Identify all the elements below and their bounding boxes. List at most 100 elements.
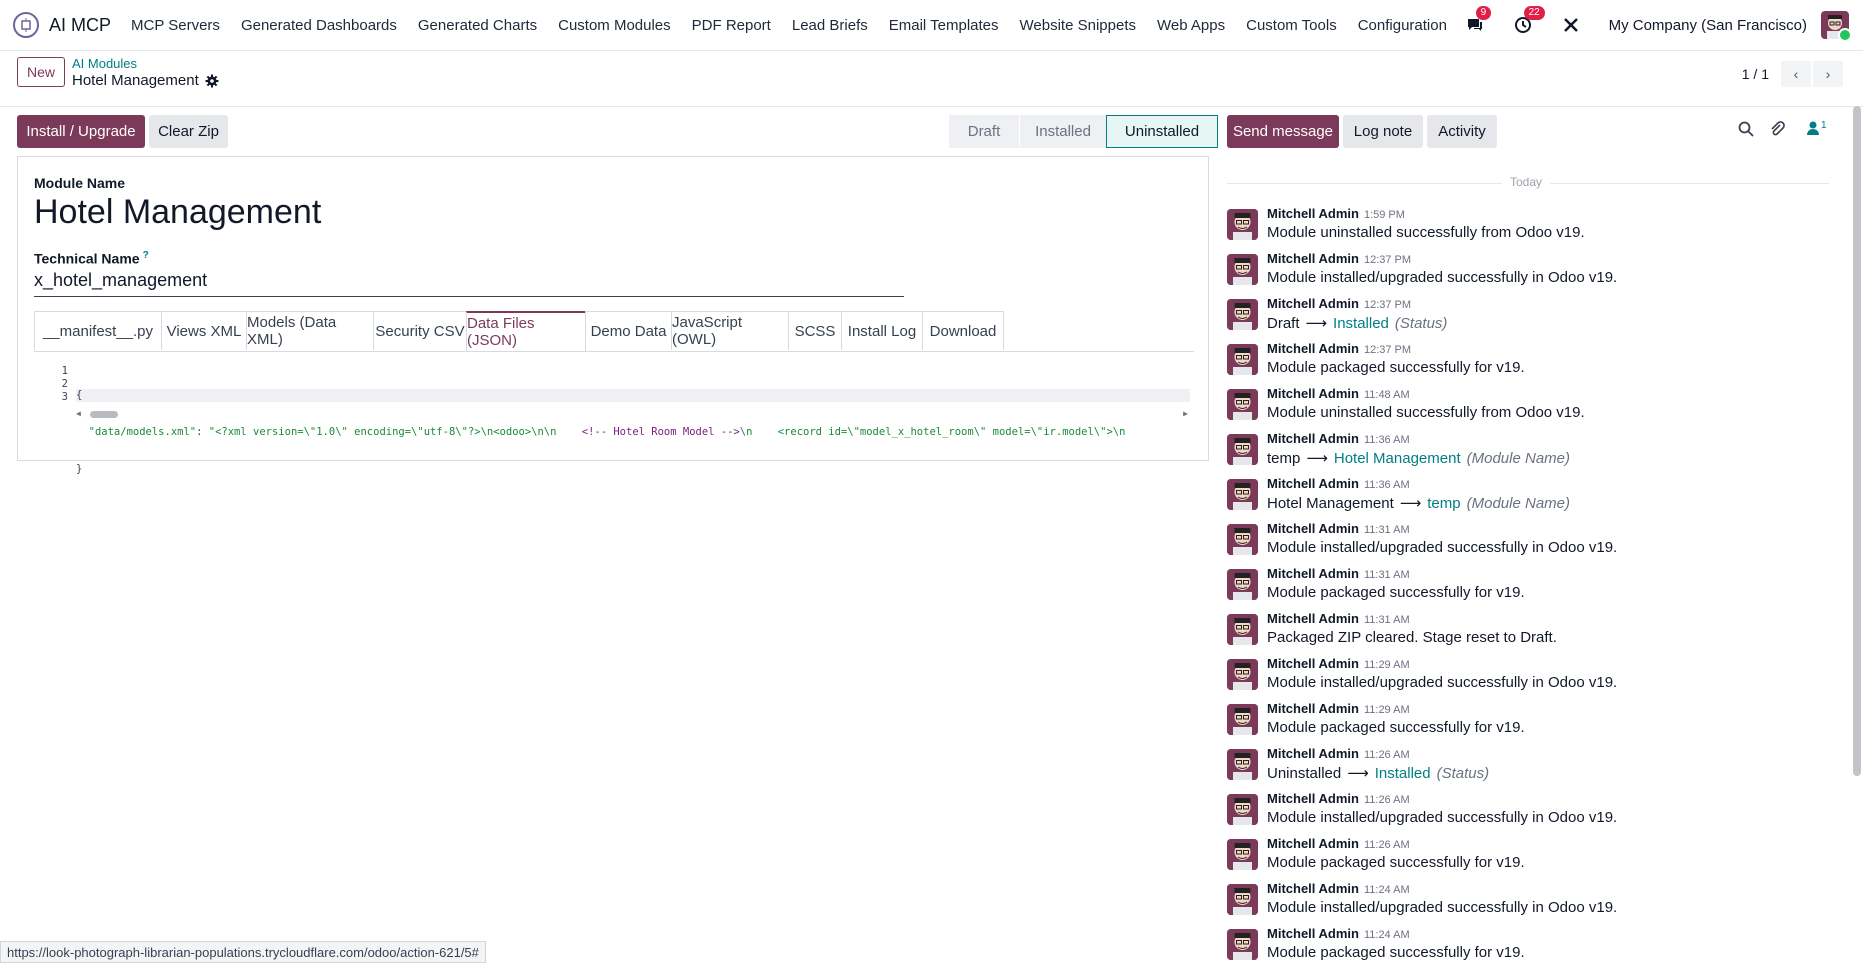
module-name-label: Module Name <box>34 175 126 191</box>
tab-download[interactable]: Download <box>922 311 1004 350</box>
scroll-right-icon[interactable]: ▶ <box>1183 409 1188 418</box>
message-list: Mitchell Admin 1:59 PM Module uninstalled … <box>1227 206 1827 971</box>
author-avatar[interactable] <box>1227 434 1258 465</box>
menu-item[interactable]: Email Templates <box>889 17 999 34</box>
stage-uninstalled[interactable]: Uninstalled <box>1106 115 1218 148</box>
clock-icon[interactable]: 22 <box>1513 6 1545 35</box>
tab-models-data-xml[interactable]: Models (Data XML) <box>246 311 374 350</box>
app-icon[interactable] <box>13 12 39 38</box>
followers-button[interactable]: 1 <box>1806 120 1827 136</box>
menu-item[interactable]: Generated Charts <box>418 17 537 34</box>
tab-javascript-owl[interactable]: JavaScript (OWL) <box>671 311 789 350</box>
author-avatar[interactable] <box>1227 929 1258 960</box>
menu-item[interactable]: Website Snippets <box>1020 17 1136 34</box>
tab-views-xml[interactable]: Views XML <box>161 311 247 350</box>
author-avatar[interactable] <box>1227 794 1258 825</box>
menu-item[interactable]: Custom Tools <box>1246 17 1337 34</box>
tab-data-files-json[interactable]: Data Files (JSON) <box>466 311 586 351</box>
author-avatar[interactable] <box>1227 659 1258 690</box>
tab-demo-data[interactable]: Demo Data <box>585 311 672 350</box>
menu-item[interactable]: PDF Report <box>692 17 771 34</box>
message-author[interactable]: Mitchell Admin 11:36 AM <box>1267 476 1410 491</box>
menu-item[interactable]: Web Apps <box>1157 17 1225 34</box>
message-author[interactable]: Mitchell Admin 1:59 PM <box>1267 206 1405 221</box>
message-author[interactable]: Mitchell Admin 11:29 AM <box>1267 656 1410 671</box>
message-author[interactable]: Mitchell Admin 11:31 AM <box>1267 611 1410 626</box>
author-avatar[interactable] <box>1227 209 1258 240</box>
stage-installed[interactable]: Installed <box>1019 115 1106 148</box>
message-author[interactable]: Mitchell Admin 12:37 PM <box>1267 341 1411 356</box>
install-upgrade-button[interactable]: Install / Upgrade <box>17 115 145 148</box>
author-avatar[interactable] <box>1227 254 1258 285</box>
message-time: 11:26 AM <box>1363 839 1410 851</box>
module-name-field[interactable]: Hotel Management <box>34 193 321 232</box>
scrollbar-thumb[interactable] <box>90 411 118 418</box>
tab-manifest-py[interactable]: __manifest__.py <box>34 311 162 350</box>
followers-count: 1 <box>1821 120 1827 131</box>
company-switcher[interactable]: My Company (San Francisco) <box>1609 17 1807 34</box>
menu-item[interactable]: MCP Servers <box>131 17 220 34</box>
app-name[interactable]: AI MCP <box>49 15 111 36</box>
send-message-button[interactable]: Send message <box>1227 115 1339 148</box>
notebook-tabs: __manifest__.py Views XML Models (Data XML… <box>34 311 1194 352</box>
tab-security-csv[interactable]: Security CSV <box>373 311 467 350</box>
tab-scss[interactable]: SCSS <box>788 311 842 350</box>
activity-button[interactable]: Activity <box>1427 115 1497 148</box>
technical-name-input[interactable]: x_hotel_management <box>34 270 904 297</box>
gear-icon[interactable] <box>205 74 219 88</box>
author-avatar[interactable] <box>1227 839 1258 870</box>
form-sheet: Module Name Hotel Management Technical N… <box>17 156 1209 475</box>
pager-value[interactable]: 1 / 1 <box>1742 66 1769 82</box>
chevron-left-icon[interactable]: ‹ <box>1781 61 1811 87</box>
horizontal-scrollbar[interactable]: ◀ ▶ <box>76 409 1190 419</box>
menu-item[interactable]: Configuration <box>1358 17 1447 34</box>
author-avatar[interactable] <box>1227 344 1258 375</box>
message-author[interactable]: Mitchell Admin 11:31 AM <box>1267 521 1410 536</box>
message-author[interactable]: Mitchell Admin 11:36 AM <box>1267 431 1410 446</box>
author-avatar[interactable] <box>1227 614 1258 645</box>
code-editor[interactable]: 123 { "data/models.xml": "<?xml version=… <box>34 365 1194 475</box>
author-avatar[interactable] <box>1227 524 1258 555</box>
stage-draft[interactable]: Draft <box>949 115 1019 148</box>
message-author[interactable]: Mitchell Admin 11:24 AM <box>1267 881 1410 896</box>
scroll-left-icon[interactable]: ◀ <box>76 409 81 418</box>
new-button[interactable]: New <box>17 57 65 87</box>
message-author[interactable]: Mitchell Admin 11:26 AM <box>1267 791 1410 806</box>
control-panel: New AI Modules Hotel Management 1 / 1 ‹ … <box>0 50 1863 107</box>
search-icon[interactable] <box>1737 120 1755 138</box>
log-note-button[interactable]: Log note <box>1343 115 1423 148</box>
tools-icon[interactable] <box>1561 15 1581 35</box>
chatter-message: Mitchell Admin 11:36 AM Hotel Management ⟶ t… <box>1227 476 1827 521</box>
message-author[interactable]: Mitchell Admin 12:37 PM <box>1267 251 1411 266</box>
tab-install-log[interactable]: Install Log <box>841 311 923 350</box>
author-name: Mitchell Admin <box>1267 476 1359 491</box>
paperclip-icon[interactable] <box>1768 120 1786 138</box>
message-author[interactable]: Mitchell Admin 11:31 AM <box>1267 566 1410 581</box>
message-author[interactable]: Mitchell Admin 11:26 AM <box>1267 746 1410 761</box>
author-avatar[interactable] <box>1227 479 1258 510</box>
breadcrumb-parent[interactable]: AI Modules <box>72 56 137 71</box>
code-lines[interactable]: { "data/models.xml": "<?xml version=\"1.… <box>76 365 1190 500</box>
message-author[interactable]: Mitchell Admin 11:24 AM <box>1267 926 1410 941</box>
clear-zip-button[interactable]: Clear Zip <box>149 115 228 148</box>
vertical-scrollbar[interactable] <box>1853 106 1861 776</box>
author-avatar[interactable] <box>1227 389 1258 420</box>
author-avatar[interactable] <box>1227 299 1258 330</box>
menu-item[interactable]: Custom Modules <box>558 17 671 34</box>
user-avatar[interactable] <box>1821 11 1852 42</box>
author-avatar[interactable] <box>1227 749 1258 780</box>
author-avatar[interactable] <box>1227 569 1258 600</box>
message-author[interactable]: Mitchell Admin 11:26 AM <box>1267 836 1410 851</box>
code-value-a: "<?xml version=\"1.0\" encoding=\"utf-8\… <box>208 426 582 438</box>
message-author[interactable]: Mitchell Admin 11:29 AM <box>1267 701 1410 716</box>
menu-item[interactable]: Lead Briefs <box>792 17 868 34</box>
chat-icon[interactable]: 9 <box>1465 6 1492 35</box>
online-status-dot <box>1838 28 1852 42</box>
help-tooltip-icon[interactable]: ? <box>143 250 149 261</box>
author-avatar[interactable] <box>1227 884 1258 915</box>
message-author[interactable]: Mitchell Admin 12:37 PM <box>1267 296 1411 311</box>
chevron-right-icon[interactable]: › <box>1813 61 1843 87</box>
menu-item[interactable]: Generated Dashboards <box>241 17 397 34</box>
author-avatar[interactable] <box>1227 704 1258 735</box>
message-author[interactable]: Mitchell Admin 11:48 AM <box>1267 386 1410 401</box>
